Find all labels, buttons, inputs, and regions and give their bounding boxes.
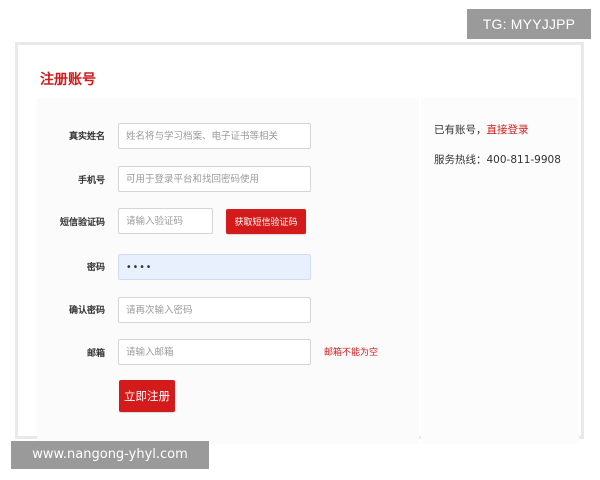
email-error-message: 邮箱不能为空 xyxy=(324,348,379,358)
phone-input[interactable] xyxy=(118,166,311,192)
registration-card: 注册账号 真实姓名 手机号 短信验证码 获取短信验证码 密码 确认密码 邮箱 邮… xyxy=(15,42,584,444)
page: TG: MYYJJPP 注册账号 真实姓名 手机号 短信验证码 获取短信验证码 … xyxy=(0,0,600,480)
page-title: 注册账号 xyxy=(40,72,96,88)
watermark-top: TG: MYYJJPP xyxy=(467,9,591,39)
confirm-password-input[interactable] xyxy=(118,297,311,323)
login-prompt: 已有账号，直接登录 xyxy=(434,123,529,137)
hotline-label: 服务热线： xyxy=(434,154,487,166)
registration-form: 真实姓名 手机号 短信验证码 获取短信验证码 密码 确认密码 邮箱 邮箱不能为空… xyxy=(37,98,419,444)
service-hotline: 服务热线：400-811-9908 xyxy=(434,153,561,167)
side-info-panel: 已有账号，直接登录 服务热线：400-811-9908 xyxy=(421,98,579,444)
confirm-password-label: 确认密码 xyxy=(68,306,105,316)
email-label: 邮箱 xyxy=(86,349,105,359)
sms-code-label: 短信验证码 xyxy=(59,218,105,228)
real-name-input[interactable] xyxy=(118,123,311,149)
sms-code-input[interactable] xyxy=(118,208,213,234)
get-sms-code-button[interactable]: 获取短信验证码 xyxy=(226,209,306,234)
watermark-bottom: www.nangong-yhyl.com xyxy=(11,441,209,469)
password-label: 密码 xyxy=(86,263,105,273)
email-input[interactable] xyxy=(118,339,311,365)
have-account-text: 已有账号， xyxy=(434,124,487,136)
password-input[interactable] xyxy=(118,254,311,280)
phone-label: 手机号 xyxy=(77,176,105,186)
direct-login-link[interactable]: 直接登录 xyxy=(487,124,529,136)
register-button[interactable]: 立即注册 xyxy=(119,380,175,412)
hotline-number: 400-811-9908 xyxy=(486,154,561,166)
real-name-label: 真实姓名 xyxy=(68,132,105,142)
